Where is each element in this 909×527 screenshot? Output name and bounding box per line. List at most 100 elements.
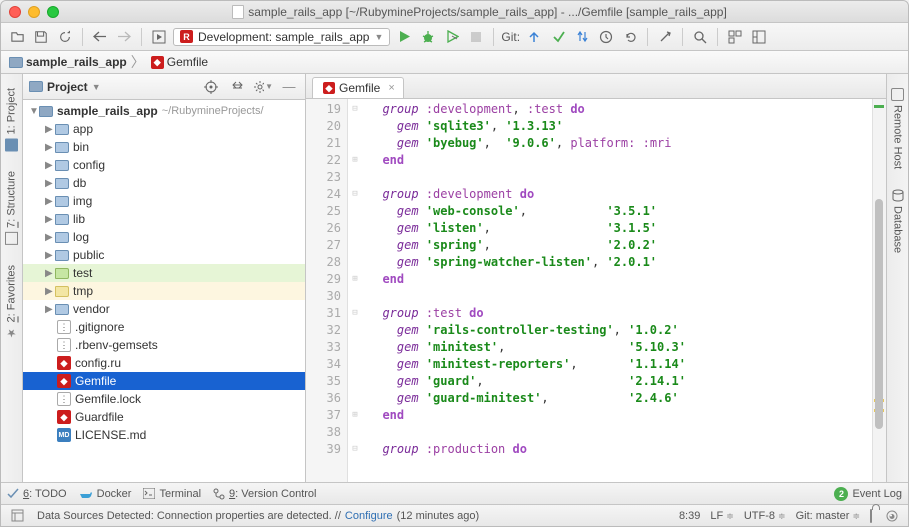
status-bar: Data Sources Detected: Connection proper…: [1, 504, 908, 526]
tree-row[interactable]: MDLICENSE.md: [23, 426, 305, 444]
tree-row[interactable]: ⋮.rbenv-gemsets: [23, 336, 305, 354]
tree-row[interactable]: ▶public: [23, 246, 305, 264]
tree-row[interactable]: ▶vendor: [23, 300, 305, 318]
back-icon[interactable]: [90, 27, 110, 47]
tree-row[interactable]: ◆Guardfile: [23, 408, 305, 426]
zoom-window-icon[interactable]: [47, 6, 59, 18]
hide-icon[interactable]: —: [279, 77, 299, 97]
history-icon[interactable]: [596, 27, 616, 47]
save-icon[interactable]: [31, 27, 51, 47]
tab-database[interactable]: Database: [889, 179, 906, 263]
run-configuration-selector[interactable]: R Development: sample_rails_app ▼: [173, 28, 390, 46]
fold-gutter[interactable]: ⊟ ⊞ ⊟ ⊞ ⊟ ⊞ ⊟: [348, 99, 362, 482]
left-tool-gutter: 1: Project 7: Structure ★2: Favorites: [1, 74, 23, 482]
revert-icon[interactable]: [620, 27, 640, 47]
tree-row[interactable]: ▶tmp: [23, 282, 305, 300]
tree-row[interactable]: ◆config.ru: [23, 354, 305, 372]
git-branch[interactable]: Git: master ≑: [796, 510, 860, 522]
folder-icon: [55, 142, 69, 153]
run-config-label: Development: sample_rails_app: [198, 30, 369, 44]
coverage-icon[interactable]: [442, 27, 462, 47]
tree-row[interactable]: ▶bin: [23, 138, 305, 156]
chevron-down-icon: ▼: [374, 32, 383, 42]
window-title: sample_rails_app [~/RubymineProjects/sam…: [248, 5, 727, 19]
tree-row[interactable]: ⋮.gitignore: [23, 318, 305, 336]
project-tree[interactable]: ▼sample_rails_app~/RubymineProjects/▶app…: [23, 100, 305, 482]
folder-icon: [55, 232, 69, 243]
ruby-file-icon: ◆: [57, 356, 71, 370]
tree-row[interactable]: ▶test: [23, 264, 305, 282]
folder-icon: [55, 214, 69, 225]
gear-icon[interactable]: ▼: [253, 77, 273, 97]
settings-icon[interactable]: [655, 27, 675, 47]
configure-link[interactable]: Configure: [345, 510, 393, 522]
cursor-position[interactable]: 8:39: [679, 510, 700, 522]
tab-favorites[interactable]: ★2: Favorites: [3, 255, 20, 349]
status-message[interactable]: Data Sources Detected: Connection proper…: [37, 510, 669, 522]
close-tab-icon[interactable]: ×: [388, 82, 394, 94]
vcs-commit-icon[interactable]: [548, 27, 568, 47]
search-icon[interactable]: [690, 27, 710, 47]
folder-icon: [55, 124, 69, 135]
tab-terminal[interactable]: Terminal: [143, 488, 201, 500]
locate-icon[interactable]: [201, 77, 221, 97]
text-file-icon: ⋮: [57, 320, 71, 334]
stop-icon[interactable]: [466, 27, 486, 47]
run-target-icon[interactable]: [149, 27, 169, 47]
folder-icon: [39, 106, 53, 117]
tree-row[interactable]: ▶lib: [23, 210, 305, 228]
scroll-thumb[interactable]: [875, 199, 883, 429]
tab-todo[interactable]: 6: TODO: [7, 488, 67, 500]
close-window-icon[interactable]: [9, 6, 21, 18]
ruby-file-icon: ◆: [57, 410, 71, 424]
tab-docker[interactable]: Docker: [79, 488, 132, 500]
tab-remote-host[interactable]: Remote Host: [889, 78, 906, 179]
tab-structure[interactable]: 7: Structure: [3, 161, 20, 255]
tree-row[interactable]: ▶app: [23, 120, 305, 138]
tree-row[interactable]: ▶log: [23, 228, 305, 246]
folder-icon: [55, 250, 69, 261]
text-file-icon: ⋮: [57, 338, 71, 352]
tree-row[interactable]: ▼sample_rails_app~/RubymineProjects/: [23, 102, 305, 120]
tool-windows-icon[interactable]: [7, 506, 27, 526]
minimize-window-icon[interactable]: [28, 6, 40, 18]
read-only-toggle[interactable]: [870, 510, 872, 522]
tab-event-log[interactable]: 2Event Log: [834, 487, 902, 501]
layout-icon[interactable]: [749, 27, 769, 47]
forward-icon[interactable]: [114, 27, 134, 47]
project-view-label[interactable]: Project: [47, 80, 88, 94]
main-toolbar: R Development: sample_rails_app ▼ Git:: [1, 23, 908, 51]
code-editor[interactable]: group :development, :test do gem 'sqlite…: [362, 99, 872, 482]
breadcrumb: sample_rails_app 〉 ◆Gemfile: [1, 51, 908, 74]
tree-row[interactable]: ▶img: [23, 192, 305, 210]
file-encoding[interactable]: UTF-8 ≑: [744, 510, 786, 522]
editor-scrollbar[interactable]: [872, 99, 886, 482]
open-icon[interactable]: [7, 27, 27, 47]
vcs-compare-icon[interactable]: [572, 27, 592, 47]
structure-icon[interactable]: [725, 27, 745, 47]
git-label: Git:: [501, 30, 520, 44]
vcs-update-icon[interactable]: [524, 27, 544, 47]
tab-project[interactable]: 1: Project: [3, 78, 20, 161]
line-number-gutter[interactable]: 19 20 21 22 23 24 25 26 27 28 29 30 31 3…: [306, 99, 348, 482]
tab-gemfile[interactable]: ◆ Gemfile ×: [312, 77, 404, 98]
titlebar: sample_rails_app [~/RubymineProjects/sam…: [1, 1, 908, 23]
bottom-tool-strip: 6: TODO Docker Terminal 9: Version Contr…: [1, 482, 908, 504]
debug-icon[interactable]: [418, 27, 438, 47]
tree-row[interactable]: ▶db: [23, 174, 305, 192]
tree-row[interactable]: ▶config: [23, 156, 305, 174]
folder-icon: [55, 286, 69, 297]
folder-icon: [55, 160, 69, 171]
tab-version-control[interactable]: 9: Version Control: [213, 488, 316, 500]
tree-row[interactable]: ◆Gemfile: [23, 372, 305, 390]
inspections-icon[interactable]: [882, 506, 902, 526]
breadcrumb-leaf[interactable]: ◆Gemfile: [145, 55, 212, 69]
line-separator[interactable]: LF ≑: [710, 510, 733, 522]
collapse-icon[interactable]: [227, 77, 247, 97]
tree-row[interactable]: ⋮Gemfile.lock: [23, 390, 305, 408]
breadcrumb-root[interactable]: sample_rails_app: [5, 55, 131, 69]
sync-icon[interactable]: [55, 27, 75, 47]
file-icon: [232, 5, 244, 19]
folder-icon: [29, 81, 43, 92]
run-icon[interactable]: [394, 27, 414, 47]
